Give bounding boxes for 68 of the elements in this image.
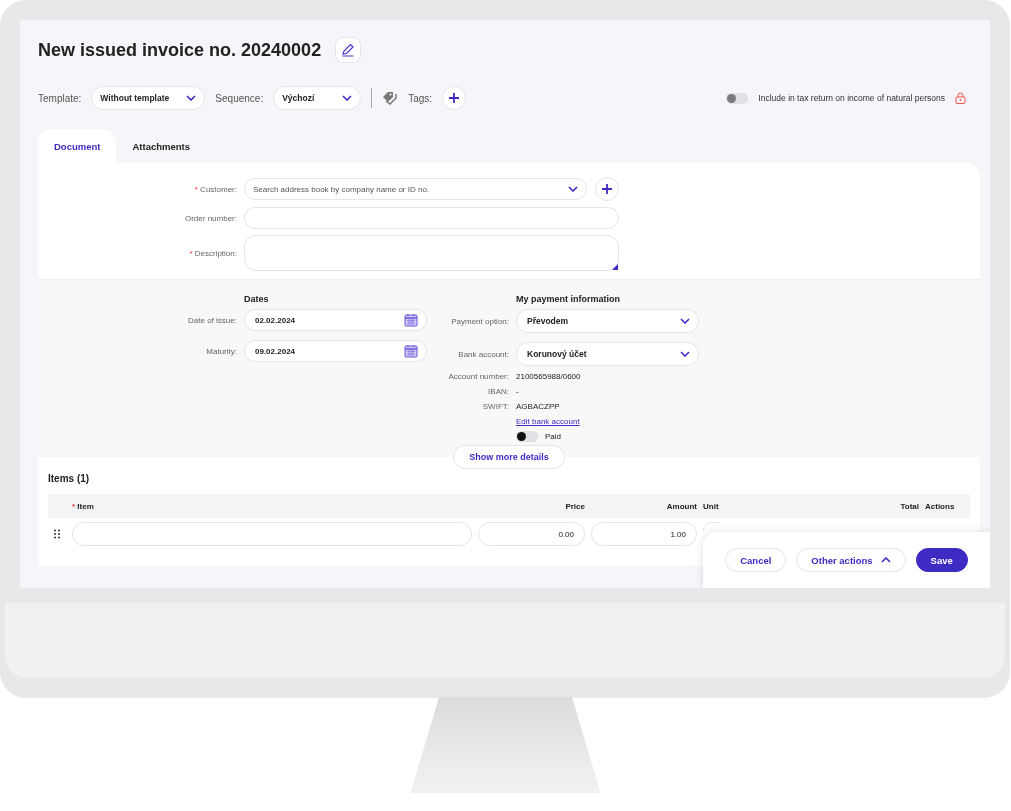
date-field[interactable]: 09.02.2024 xyxy=(244,340,427,362)
tax-return-label: Include in tax return on income of natural persons xyxy=(758,93,945,103)
calendar-icon xyxy=(404,344,418,358)
field-label: Payment option: xyxy=(450,316,509,326)
field-label: Bank account: xyxy=(457,349,509,359)
add-customer-button[interactable] xyxy=(595,177,619,201)
chevron-down-icon xyxy=(680,351,690,357)
template-dropdown[interactable]: Without template xyxy=(91,86,206,110)
pencil-icon xyxy=(341,43,356,57)
field-label: Order number: xyxy=(183,213,237,223)
tax-return-toggle[interactable] xyxy=(726,92,749,104)
detail-label: Account number: xyxy=(447,371,509,381)
date-field[interactable]: 02.02.2024 xyxy=(244,309,427,331)
item-name-field[interactable] xyxy=(72,522,472,546)
field-label: * Customer: xyxy=(193,184,237,194)
paid-toggle[interactable] xyxy=(516,430,538,442)
detail-label: SWIFT: xyxy=(481,401,509,411)
column-header: Total xyxy=(899,501,919,511)
template-label: Template: xyxy=(38,92,82,104)
plus-icon xyxy=(601,183,613,195)
customer-dropdown[interactable]: Search address book by company name or ID no. xyxy=(244,178,587,200)
column-header: * Item xyxy=(72,501,95,511)
field-label: * Description: xyxy=(188,248,237,258)
detail-value: - xyxy=(516,386,519,396)
price-field[interactable]: 0.00 xyxy=(478,522,585,546)
field-label: Maturity: xyxy=(205,346,237,356)
items-heading: Items (1) xyxy=(48,473,91,484)
detail-value: 2100565988/0600 xyxy=(516,371,581,381)
other-actions-button[interactable]: Other actions xyxy=(796,548,906,572)
column-header: Price xyxy=(564,501,585,511)
tab[interactable]: Document xyxy=(38,129,117,163)
chevron-down-icon xyxy=(186,95,197,101)
show-more-details-button[interactable]: Show more details xyxy=(453,445,565,469)
detail-value: AGBACZPP xyxy=(516,401,560,411)
dropdown-field[interactable]: Korunový účet xyxy=(516,342,699,366)
section-heading: My payment information xyxy=(516,294,620,304)
drag-handle-icon[interactable] xyxy=(53,529,61,539)
add-tag-button[interactable] xyxy=(442,86,467,110)
chevron-up-icon xyxy=(880,557,891,563)
sequence-label: Sequence: xyxy=(215,92,264,104)
textarea-field[interactable] xyxy=(244,235,619,271)
column-header: Unit xyxy=(703,501,720,511)
dropdown-field[interactable]: Převodem xyxy=(516,309,699,333)
edit-title-button[interactable] xyxy=(335,37,362,63)
paid-label: Paid xyxy=(545,431,561,441)
edit-bank-account-link[interactable]: Edit bank account xyxy=(516,416,580,426)
chevron-down-icon xyxy=(568,186,578,192)
lock-icon xyxy=(955,92,966,104)
tab[interactable]: Attachments xyxy=(116,129,206,163)
column-header: Amount xyxy=(665,501,697,511)
chevron-down-icon xyxy=(680,318,690,324)
customer-search-field[interactable]: Search address book by company name or ID no. xyxy=(253,179,560,199)
calendar-icon xyxy=(404,313,418,327)
input-field[interactable] xyxy=(244,207,619,229)
tags-label: Tags: xyxy=(408,92,433,104)
unit-field[interactable] xyxy=(703,522,720,531)
amount-field[interactable]: 1.00 xyxy=(591,522,697,546)
tag-icon xyxy=(382,91,399,105)
sequence-dropdown[interactable]: Výchozí xyxy=(273,86,362,110)
field-label: Date of issue: xyxy=(187,315,237,325)
detail-label: IBAN: xyxy=(487,386,509,396)
page-title: New issued invoice no. 20240002 xyxy=(38,39,322,61)
cancel-button[interactable]: Cancel xyxy=(725,548,787,572)
chevron-down-icon xyxy=(342,95,353,101)
column-header: Actions xyxy=(925,501,956,511)
section-heading: Dates xyxy=(244,294,269,304)
save-button[interactable]: Save xyxy=(915,548,968,572)
plus-icon xyxy=(448,92,461,104)
